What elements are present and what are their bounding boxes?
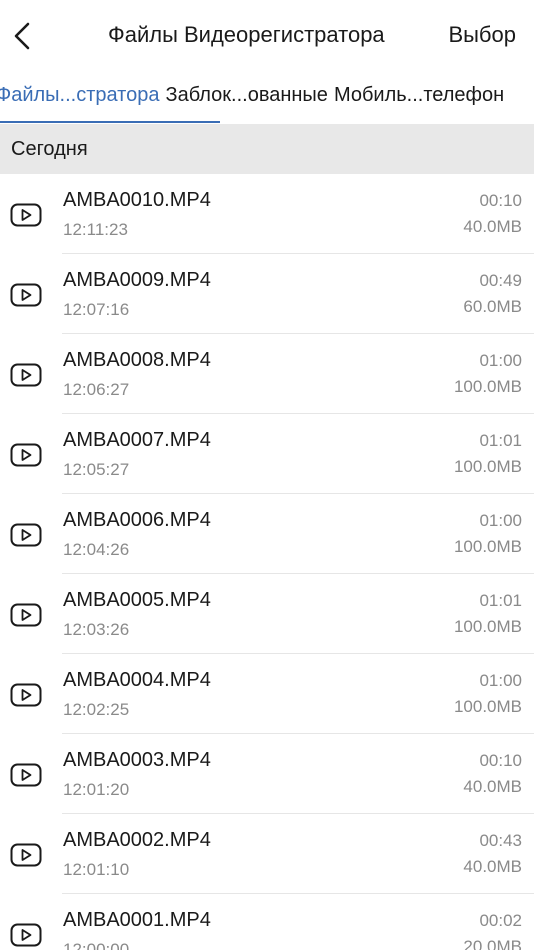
- file-row[interactable]: AMBA0010.MP4 12:11:23 00:10 40.0MB: [0, 174, 534, 254]
- play-icon: [10, 763, 42, 787]
- play-icon: [10, 443, 42, 467]
- file-name: AMBA0010.MP4: [63, 189, 211, 211]
- file-time: 12:00:00: [63, 940, 130, 950]
- select-button[interactable]: Выбор: [448, 22, 516, 48]
- file-row[interactable]: AMBA0006.MP4 12:04:26 01:00 100.0MB: [0, 494, 534, 574]
- section-header: Сегодня: [0, 124, 534, 174]
- file-duration: 00:49: [479, 271, 522, 290]
- file-name: AMBA0006.MP4: [63, 509, 211, 531]
- file-time: 12:07:16: [63, 300, 130, 319]
- play-icon: [10, 843, 42, 867]
- file-size: 40.0MB: [463, 857, 522, 876]
- file-size: 40.0MB: [463, 777, 522, 796]
- file-name: AMBA0001.MP4: [63, 909, 211, 931]
- file-duration: 01:00: [479, 351, 522, 370]
- file-duration: 00:10: [479, 751, 522, 770]
- file-size: 100.0MB: [453, 617, 522, 636]
- file-time: 12:06:27: [63, 380, 130, 399]
- file-duration: 00:10: [479, 191, 522, 210]
- file-time: 12:05:27: [63, 460, 130, 479]
- file-duration: 01:00: [479, 671, 522, 690]
- file-time: 12:02:25: [63, 700, 130, 719]
- file-row[interactable]: AMBA0007.MP4 12:05:27 01:01 100.0MB: [0, 414, 534, 494]
- file-name: AMBA0004.MP4: [63, 669, 211, 691]
- file-size: 20.0MB: [463, 937, 522, 950]
- file-time: 12:01:10: [63, 860, 130, 879]
- file-name: AMBA0009.MP4: [63, 269, 211, 291]
- tab-0[interactable]: Файлы...стратора: [0, 84, 160, 107]
- file-duration: 00:02: [479, 911, 522, 930]
- file-size: 100.0MB: [453, 377, 522, 396]
- file-row[interactable]: AMBA0009.MP4 12:07:16 00:49 60.0MB: [0, 254, 534, 334]
- file-list: AMBA0010.MP4 12:11:23 00:10 40.0MB AMBA0009.…: [0, 174, 534, 950]
- file-name: AMBA0002.MP4: [63, 829, 211, 851]
- active-tab-indicator: [0, 121, 220, 123]
- file-size: 100.0MB: [453, 457, 522, 476]
- file-time: 12:11:23: [63, 220, 128, 239]
- file-size: 60.0MB: [463, 297, 522, 316]
- play-icon: [10, 363, 42, 387]
- play-icon: [10, 523, 42, 547]
- chevron-left-icon: [14, 22, 30, 50]
- file-row[interactable]: AMBA0005.MP4 12:03:26 01:01 100.0MB: [0, 574, 534, 654]
- tab-2[interactable]: Мобиль...телефон: [334, 84, 504, 107]
- file-row[interactable]: AMBA0004.MP4 12:02:25 01:00 100.0MB: [0, 654, 534, 734]
- play-icon: [10, 283, 42, 307]
- tab-list: Файлы...стратора Заблок...ованные Мобиль..…: [0, 84, 510, 107]
- file-row[interactable]: AMBA0003.MP4 12:01:20 00:10 40.0MB: [0, 734, 534, 814]
- dashcam-files-screen: Файлы Видеорегистратора Выбор Файлы...ст…: [0, 0, 534, 950]
- play-icon: [10, 203, 42, 227]
- file-row[interactable]: AMBA0002.MP4 12:01:10 00:43 40.0MB: [0, 814, 534, 894]
- file-duration: 01:01: [479, 591, 522, 610]
- file-duration: 01:00: [479, 511, 522, 530]
- file-name: AMBA0003.MP4: [63, 749, 211, 771]
- file-row[interactable]: AMBA0008.MP4 12:06:27 01:00 100.0MB: [0, 334, 534, 414]
- back-button[interactable]: [4, 14, 40, 58]
- file-name: AMBA0008.MP4: [63, 349, 211, 371]
- file-time: 12:04:26: [63, 540, 130, 559]
- file-duration: 01:01: [479, 431, 522, 450]
- play-icon: [10, 603, 42, 627]
- file-time: 12:01:20: [63, 780, 130, 799]
- play-icon: [10, 923, 42, 947]
- section-label: Сегодня: [11, 138, 88, 160]
- tab-1[interactable]: Заблок...ованные: [166, 84, 328, 107]
- file-size: 40.0MB: [463, 217, 522, 236]
- play-icon: [10, 683, 42, 707]
- page-title: Файлы Видеорегистратора: [108, 22, 385, 47]
- file-row[interactable]: AMBA0001.MP4 12:00:00 00:02 20.0MB: [0, 894, 534, 950]
- file-name: AMBA0007.MP4: [63, 429, 211, 451]
- file-name: AMBA0005.MP4: [63, 589, 211, 611]
- file-size: 100.0MB: [453, 537, 522, 556]
- file-duration: 00:43: [479, 831, 522, 850]
- nav-header: Файлы Видеорегистратора Выбор: [0, 0, 534, 72]
- file-size: 100.0MB: [453, 697, 522, 716]
- file-time: 12:03:26: [63, 620, 130, 639]
- tab-bar: Файлы...стратора Заблок...ованные Мобиль..…: [0, 72, 534, 124]
